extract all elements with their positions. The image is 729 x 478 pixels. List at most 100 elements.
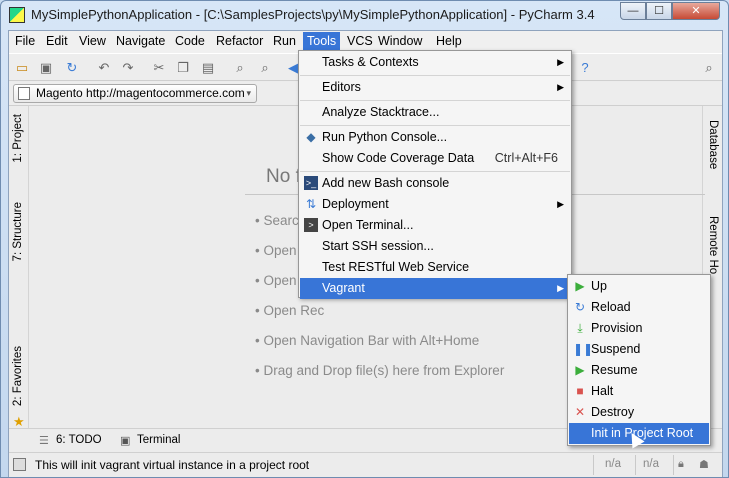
menu-item-label: Test RESTful Web Service — [322, 260, 470, 274]
menu-item-label: Add new Bash console — [322, 176, 450, 190]
menu-window[interactable]: Window — [378, 34, 422, 48]
inspector-icon[interactable]: ☗ — [699, 458, 709, 471]
menu-separator — [300, 125, 570, 126]
chevron-down-icon: ▾ — [246, 88, 251, 98]
deployment-icon: ⇅ — [305, 197, 317, 211]
sync-icon[interactable]: ↻ — [64, 60, 80, 76]
search-everywhere-icon[interactable]: ⌕ — [701, 60, 717, 76]
console-icon: >_ — [304, 176, 318, 190]
menu-item-label: Show Code Coverage Data — [322, 151, 475, 165]
vagrant-reload[interactable]: ↻ Reload — [569, 297, 709, 318]
menu-item-tasks-contexts[interactable]: Tasks & Contexts ▶ — [300, 52, 570, 73]
menu-item-deployment[interactable]: ⇅ Deployment ▶ — [300, 194, 570, 215]
menu-item-label: Run Python Console... — [322, 130, 448, 144]
menu-item-label: Analyze Stacktrace... — [322, 105, 440, 119]
vagrant-destroy[interactable]: ✕ Destroy — [569, 402, 709, 423]
title-bar: MySimplePythonApplication - [C:\SamplesP… — [1, 1, 728, 29]
breadcrumb-label: Magento http://magentocommerce.com — [36, 86, 245, 100]
menu-item-label: Start SSH session... — [322, 239, 434, 253]
menu-item-shortcut: Ctrl+Alt+F6 — [494, 151, 558, 165]
tab-database[interactable]: Database — [707, 120, 719, 169]
close-button[interactable]: ✕ — [672, 2, 720, 20]
find-icon[interactable]: ⌕ — [232, 60, 248, 76]
menu-item-add-bash-console[interactable]: >_ Add new Bash console — [300, 173, 570, 194]
hint-drag-drop: • Drag and Drop file(s) here from Explor… — [255, 363, 505, 378]
pause-icon: ❚❚ — [573, 342, 594, 356]
python-icon: ◆ — [306, 130, 316, 144]
menu-separator — [300, 171, 570, 172]
status-encoding: n/a — [643, 458, 659, 470]
submenu-arrow-icon: ▶ — [557, 199, 564, 209]
paste-icon[interactable]: ▤ — [200, 60, 216, 76]
copy-icon[interactable]: ❐ — [175, 60, 191, 76]
maximize-button[interactable]: ☐ — [646, 2, 672, 20]
provision-icon: ⤓ — [577, 321, 583, 335]
menu-vcs[interactable]: VCS — [347, 34, 373, 48]
submenu-arrow-icon: ▶ — [557, 283, 564, 293]
breadcrumb[interactable]: Magento http://magentocommerce.com ▾ — [13, 84, 257, 103]
vagrant-halt[interactable]: ■ Halt — [569, 381, 709, 402]
left-tool-strip: 1: Project 7: Structure 2: Favorites ★ — [9, 106, 29, 429]
menu-item-label: Halt — [591, 384, 614, 398]
menu-item-label: Tasks & Contexts — [322, 55, 419, 69]
undo-icon[interactable]: ↶ — [96, 60, 112, 76]
menu-item-test-restful[interactable]: Test RESTful Web Service — [300, 257, 570, 278]
terminal-icon: > — [304, 218, 318, 232]
hint-open-recent: • Open Rec — [255, 303, 325, 318]
status-separator — [673, 455, 674, 475]
vagrant-submenu: ▶ Up ↻ Reload ⤓ Provision ❚❚ Suspend ▶ R… — [567, 274, 711, 446]
resume-icon: ▶ — [575, 363, 585, 377]
menu-item-label: Open Terminal... — [322, 218, 414, 232]
menu-file[interactable]: File — [15, 34, 35, 48]
save-icon[interactable]: ▣ — [38, 60, 54, 76]
menu-help[interactable]: Help — [436, 34, 462, 48]
menu-tools[interactable]: Tools — [303, 32, 341, 52]
menu-item-analyze-stacktrace[interactable]: Analyze Stacktrace... — [300, 102, 570, 123]
menu-item-label: Up — [591, 279, 607, 293]
terminal-icon: ▣ — [120, 435, 131, 447]
tab-structure[interactable]: 7: Structure — [12, 202, 24, 261]
status-message: This will init vagrant virtual instance … — [35, 458, 310, 472]
menu-item-start-ssh[interactable]: Start SSH session... — [300, 236, 570, 257]
pycharm-icon — [9, 7, 25, 23]
todo-icon: ☰ — [39, 435, 49, 447]
tab-todo[interactable]: 6: TODO — [56, 434, 102, 446]
menu-item-run-python-console[interactable]: ◆ Run Python Console... — [300, 127, 570, 148]
vagrant-provision[interactable]: ⤓ Provision — [569, 318, 709, 339]
tools-menu: Tasks & Contexts ▶ Editors ▶ Analyze Sta… — [298, 50, 572, 299]
menu-item-editors[interactable]: Editors ▶ — [300, 77, 570, 98]
tab-project[interactable]: 1: Project — [12, 114, 24, 163]
menu-edit[interactable]: Edit — [46, 34, 68, 48]
menu-item-show-code-coverage[interactable]: Show Code Coverage Data Ctrl+Alt+F6 — [300, 148, 570, 169]
menu-separator — [300, 100, 570, 101]
tool-windows-toggle[interactable] — [13, 458, 26, 471]
status-separator — [593, 455, 594, 475]
menu-item-label: Suspend — [591, 342, 641, 356]
menu-code[interactable]: Code — [175, 34, 205, 48]
menu-navigate[interactable]: Navigate — [116, 34, 165, 48]
menu-refactor[interactable]: Refactor — [216, 34, 263, 48]
reload-icon: ↻ — [574, 300, 586, 314]
tab-terminal[interactable]: Terminal — [137, 434, 180, 446]
status-line-col: n/a — [605, 458, 621, 470]
replace-icon[interactable]: ⌕ — [257, 60, 273, 76]
tab-remote-host[interactable]: Remote Ho — [707, 216, 719, 274]
help-icon[interactable]: ? — [577, 60, 593, 76]
menu-item-open-terminal[interactable]: > Open Terminal... — [300, 215, 570, 236]
redo-icon[interactable]: ↷ — [120, 60, 136, 76]
window-title: MySimplePythonApplication - [C:\SamplesP… — [31, 7, 595, 22]
menu-item-label: Resume — [591, 363, 638, 377]
vagrant-suspend[interactable]: ❚❚ Suspend — [569, 339, 709, 360]
vagrant-resume[interactable]: ▶ Resume — [569, 360, 709, 381]
minimize-button[interactable]: — — [620, 2, 646, 20]
menu-view[interactable]: View — [79, 34, 106, 48]
lock-icon[interactable]: 🔒︎ — [678, 458, 684, 471]
status-separator — [635, 455, 636, 475]
menu-run[interactable]: Run — [273, 34, 296, 48]
menu-item-label: Deployment — [322, 197, 389, 211]
menu-item-vagrant[interactable]: Vagrant ▶ — [300, 278, 570, 299]
vagrant-up[interactable]: ▶ Up — [569, 276, 709, 297]
cut-icon[interactable]: ✂ — [151, 60, 167, 76]
tab-favorites[interactable]: 2: Favorites — [12, 346, 24, 406]
open-folder-icon[interactable]: ▭ — [14, 60, 30, 76]
